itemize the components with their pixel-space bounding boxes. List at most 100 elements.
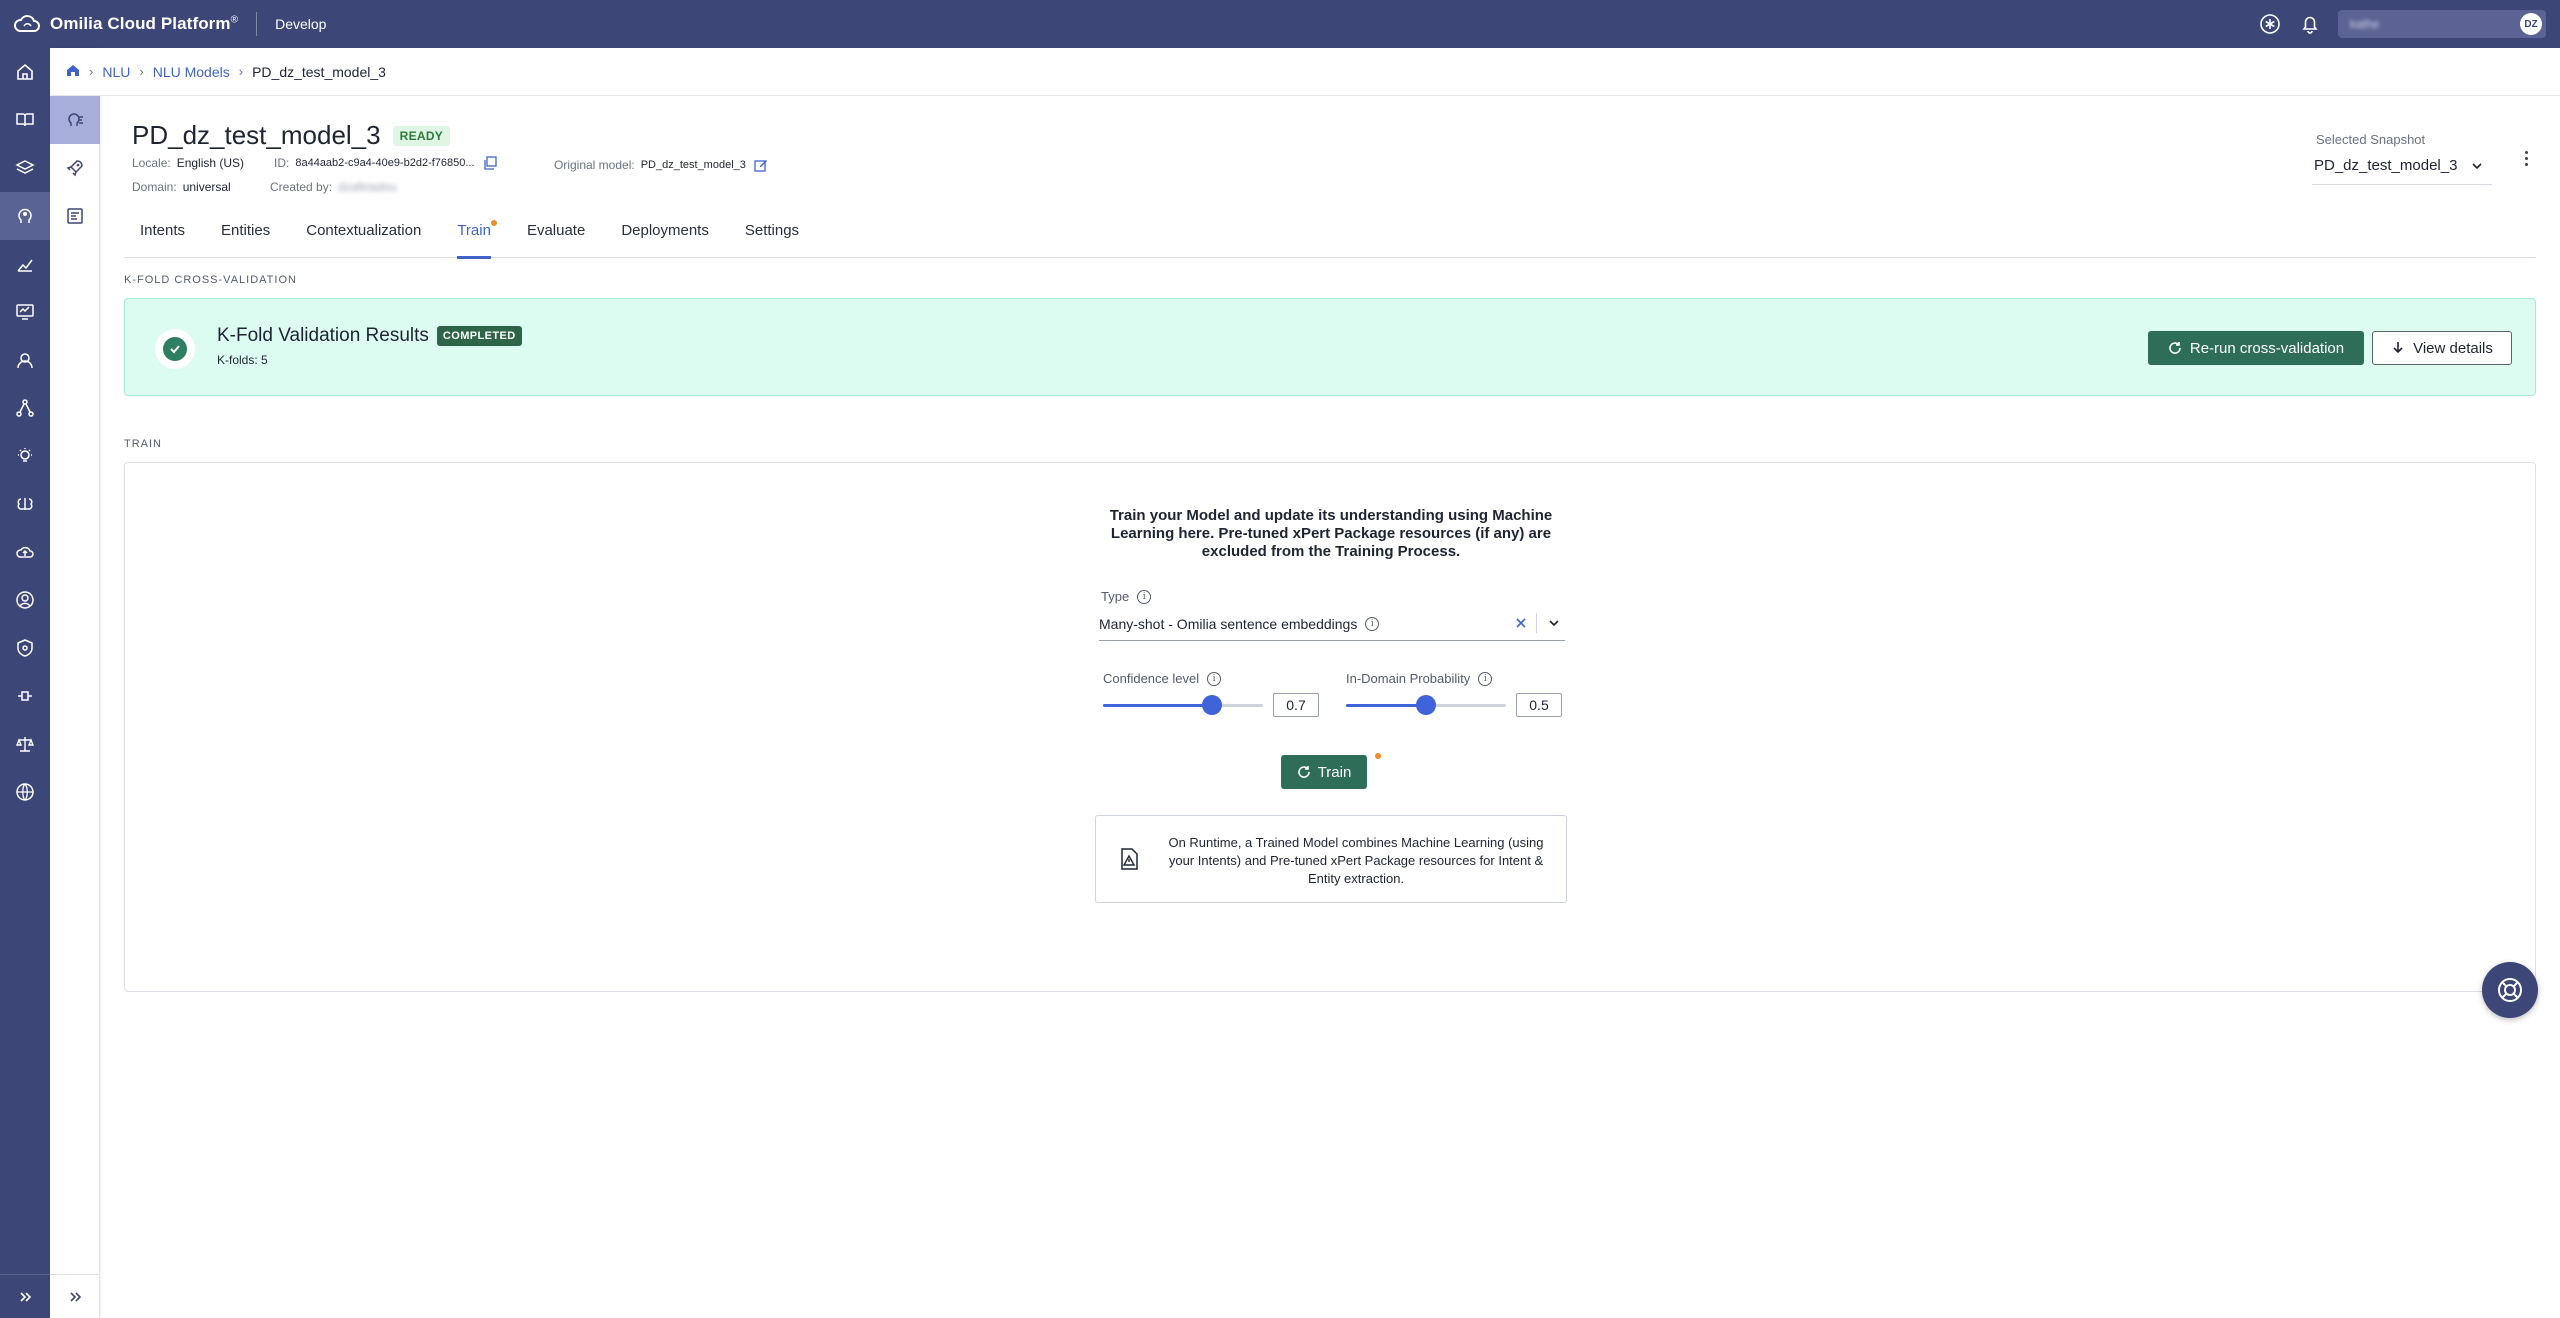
more-options-icon[interactable] [2516,148,2536,168]
layers-icon [15,160,35,174]
expand-nav-button[interactable] [0,1274,50,1318]
tab-contextualization[interactable]: Contextualization [306,214,421,258]
train-description: Train your Model and update its understa… [1109,507,1553,560]
indomain-input[interactable]: 0.5 [1516,693,1562,717]
nav-book[interactable] [0,96,50,144]
nav-cloud-upload[interactable] [0,528,50,576]
main-nav [0,48,50,1318]
kfold-title: K-Fold Validation Results [217,325,429,346]
user-circle-icon [16,591,34,609]
nav-network[interactable] [0,384,50,432]
tab-deployments[interactable]: Deployments [621,214,709,258]
clear-icon[interactable] [1513,615,1529,631]
chevron-down-icon [2472,162,2482,169]
train-card: Train your Model and update its understa… [124,462,2536,992]
breadcrumb-nlu-models[interactable]: NLU Models [153,64,230,80]
edit-icon[interactable] [754,158,768,172]
created-by-value: dzafiriadou [338,180,397,194]
breadcrumb-home[interactable] [66,63,80,80]
breadcrumb-chevron-icon: › [139,64,144,79]
breadcrumb-nlu[interactable]: NLU [102,64,130,80]
user-menu[interactable]: kathe DZ [2338,10,2546,38]
globe-icon [16,783,34,801]
tab-settings[interactable]: Settings [745,214,799,258]
locale-meta: Locale: English (US) [132,156,244,170]
brand-name: Omilia Cloud Platform® [50,14,239,33]
brain-icon [17,498,33,510]
document-warning-icon [1121,848,1138,870]
subnav-reports[interactable] [50,192,100,240]
nav-ideas[interactable] [0,432,50,480]
chevron-down-icon[interactable] [1547,616,1561,630]
info-icon[interactable]: i [1207,671,1222,686]
nav-home[interactable] [0,48,50,96]
nav-layers[interactable] [0,144,50,192]
snapshot-label: Selected Snapshot [2316,132,2426,147]
help-assistant-button[interactable] [2482,962,2538,1018]
tab-train[interactable]: Train [457,214,497,259]
breadcrumb: › NLU › NLU Models › PD_dz_test_model_3 [50,48,2560,96]
completed-badge: COMPLETED [436,326,522,346]
indomain-slider-thumb[interactable] [1416,695,1436,715]
train-notification-dot [1375,753,1381,759]
domain-label: Domain: [132,180,177,194]
status-badge: READY [392,125,451,146]
created-by-meta: Created by: dzafiriadou [270,180,397,194]
nav-security[interactable] [0,624,50,672]
refresh-icon [1297,766,1310,778]
chart-pen-icon [17,259,33,272]
confidence-label: Confidence level i [1103,671,1222,686]
info-icon[interactable]: i [1365,616,1380,631]
subnav-nlu-models[interactable] [50,96,100,144]
nav-analytics[interactable] [0,240,50,288]
asterisk-icon[interactable] [2258,12,2282,36]
nav-users[interactable] [0,576,50,624]
confidence-label-text: Confidence level [1103,671,1200,686]
confidence-slider[interactable] [1103,695,1263,715]
info-icon[interactable]: i [1478,671,1493,686]
head-icon [18,208,32,223]
tab-intents[interactable]: Intents [140,214,185,258]
runtime-note-text: On Runtime, a Trained Model combines Mac… [1168,835,1544,886]
nav-brain[interactable] [0,480,50,528]
download-icon [2393,342,2403,354]
indomain-slider[interactable] [1346,695,1506,715]
confidence-input[interactable]: 0.7 [1273,693,1319,717]
refresh-icon [2169,342,2181,354]
agent-icon [17,353,33,369]
kfold-count: K-folds: 5 [217,353,268,367]
subnav-deployments[interactable] [50,144,100,192]
tab-notification-dot [490,220,497,226]
nav-agents[interactable] [0,336,50,384]
tab-evaluate[interactable]: Evaluate [527,214,585,258]
domain-meta: Domain: universal [132,180,231,194]
view-details-label: View details [2413,339,2493,357]
tab-entities[interactable]: Entities [221,214,270,258]
tab-train-label: Train [457,222,491,239]
snapshot-selector[interactable]: Selected Snapshot PD_dz_test_model_3 [2312,132,2492,185]
type-label: Type i [1101,589,1152,604]
double-chevron-right-icon [20,1291,32,1302]
nav-monitor[interactable] [0,288,50,336]
confidence-slider-thumb[interactable] [1201,695,1222,715]
nav-nlu[interactable] [0,192,50,240]
view-details-button[interactable]: View details [2372,331,2512,365]
nav-integrations[interactable] [0,672,50,720]
expand-subnav-button[interactable] [50,1274,99,1318]
rerun-cross-validation-button[interactable]: Re-run cross-validation [2148,331,2364,365]
indomain-label-text: In-Domain Probability [1346,671,1471,686]
user-name: kathe [2350,17,2380,31]
runtime-note: On Runtime, a Trained Model combines Mac… [1095,815,1567,903]
nav-global[interactable] [0,768,50,816]
info-icon[interactable]: i [1137,589,1152,604]
train-button[interactable]: Train [1281,755,1367,789]
kfold-results-card: K-Fold Validation Results COMPLETED K-fo… [124,298,2536,396]
type-select[interactable]: Many-shot - Omilia sentence embeddings i [1099,607,1565,641]
bell-icon[interactable] [2298,12,2322,36]
book-icon [16,113,34,127]
cloud-logo-icon [14,15,40,32]
original-model-meta: Original model: PD_dz_test_model_3 [554,158,768,172]
copy-icon[interactable] [483,156,497,170]
brand[interactable]: Omilia Cloud Platform® [12,12,238,36]
nav-legal[interactable] [0,720,50,768]
